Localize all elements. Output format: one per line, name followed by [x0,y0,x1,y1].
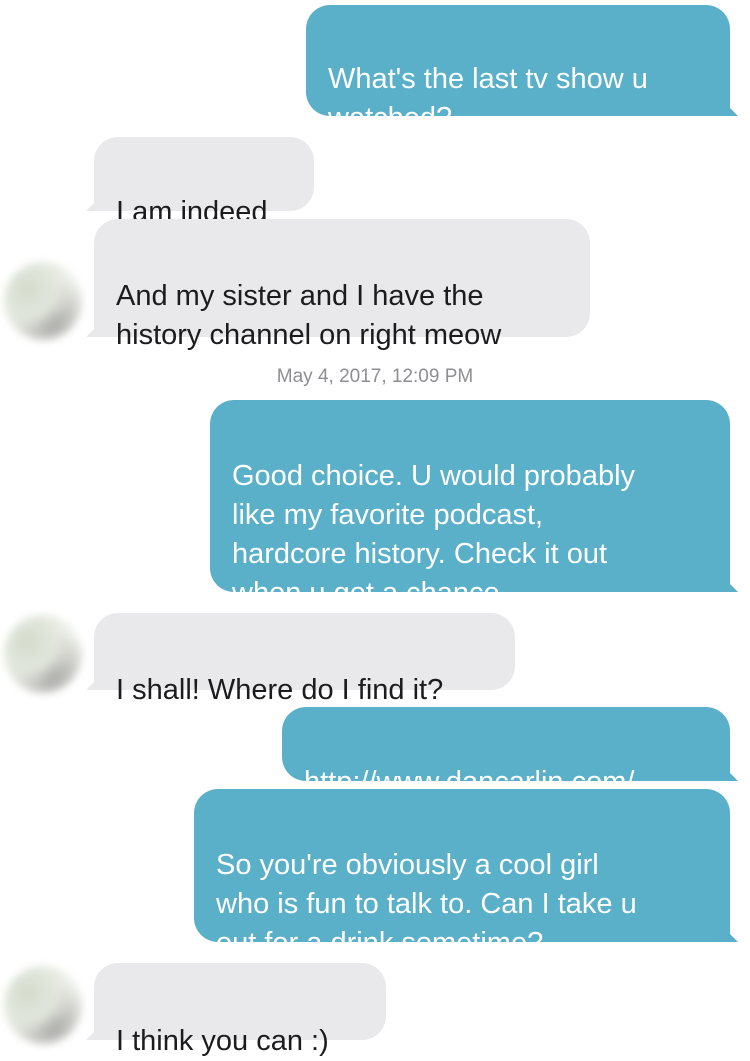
contact-avatar[interactable] [4,615,82,693]
message-text: So you're obviously a cool girl who is f… [216,849,637,959]
message-bubble-incoming[interactable]: I am indeed [86,137,314,228]
message-text: I shall! Where do I find it? [116,674,444,706]
message-bubble-incoming[interactable]: And my sister and I have the history cha… [86,219,590,351]
contact-avatar[interactable] [4,262,82,340]
message-bubble-incoming[interactable]: I think you can :) [86,963,386,1057]
message-text: I think you can :) [116,1025,329,1057]
message-bubble-outgoing[interactable]: What's the last tv show u watched? [306,5,738,134]
message-text: What's the last tv show u watched? [328,63,648,134]
contact-avatar[interactable] [4,966,82,1044]
message-bubble-outgoing-link[interactable]: http://www.dancarlin.com/ [282,707,738,798]
message-timestamp: May 4, 2017, 12:09 PM [276,366,474,387]
message-bubble-outgoing[interactable]: So you're obviously a cool girl who is f… [194,789,738,959]
message-bubble-incoming[interactable]: I shall! Where do I find it? [86,613,515,706]
message-text: Good choice. U would probably like my fa… [232,460,636,609]
message-text: And my sister and I have the history cha… [116,280,502,351]
message-bubble-outgoing[interactable]: Good choice. U would probably like my fa… [210,400,738,609]
